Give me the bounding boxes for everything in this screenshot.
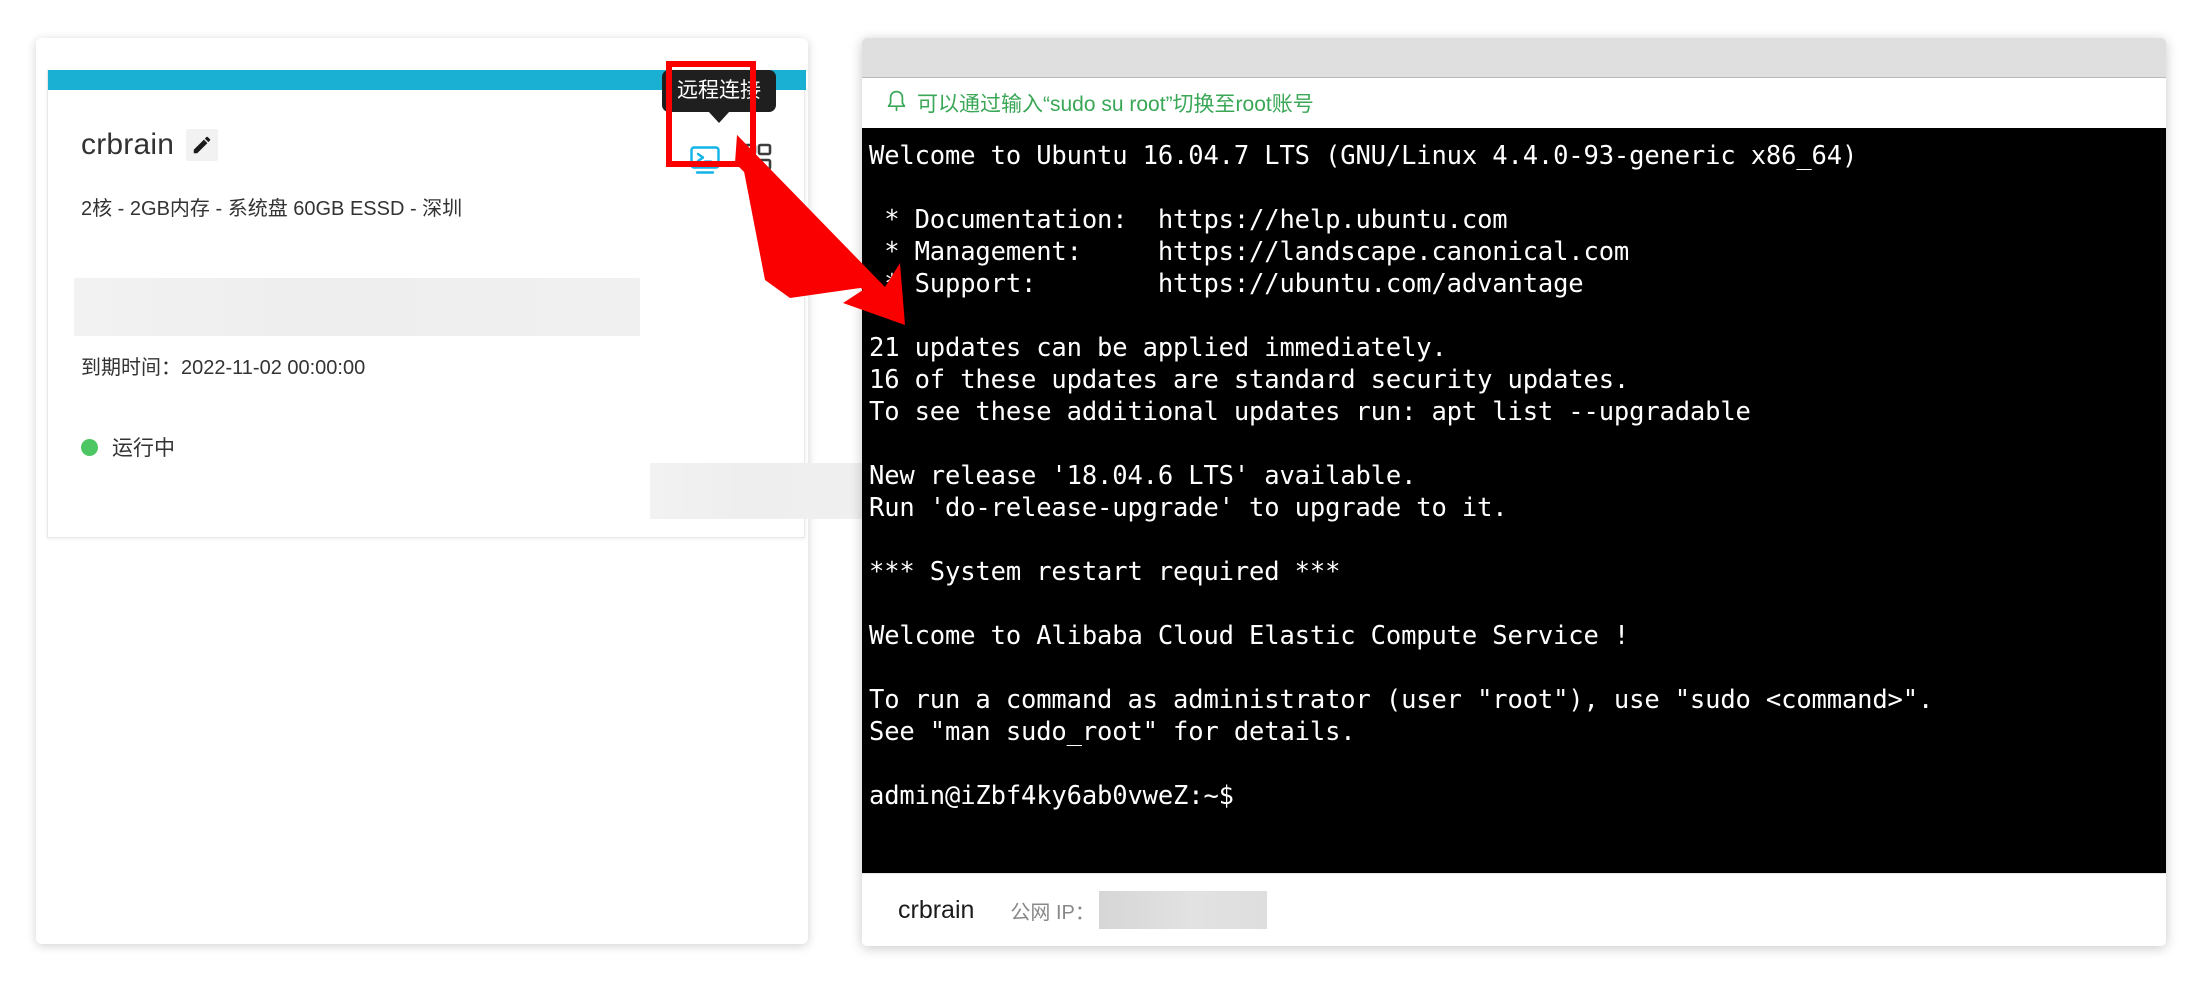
redacted-field-secondary (650, 463, 890, 519)
terminal-output[interactable]: Welcome to Ubuntu 16.04.7 LTS (GNU/Linux… (862, 128, 2166, 873)
terminal-notice-bar: 可以通过输入“sudo su root”切换至root账号 (862, 78, 2166, 128)
instance-name: crbrain (81, 128, 175, 161)
instance-expire-time: 到期时间：2022-11-02 00:00:00 (81, 357, 366, 379)
instance-title-row: crbrain (81, 128, 219, 162)
statusbar-ip-label: 公网 IP： (1010, 901, 1095, 924)
statusbar-public-ip: 公网 IP： (1010, 891, 1267, 929)
grid-apps-icon[interactable] (742, 143, 776, 177)
tooltip-label: 远程连接 (677, 79, 761, 102)
pencil-icon[interactable] (186, 129, 219, 161)
instance-card: crbrain 2核 - 2GB内存 - 系统盘 60GB ESSD - 深圳 … (47, 70, 890, 538)
screenshot-root: crbrain 2核 - 2GB内存 - 系统盘 60GB ESSD - 深圳 … (0, 0, 2202, 984)
terminal-titlebar (862, 38, 2166, 78)
remote-connect-tooltip: 远程连接 (662, 70, 776, 124)
instance-action-icons (688, 143, 776, 177)
status-dot-icon (81, 438, 98, 456)
tooltip-arrow-icon (708, 111, 730, 124)
terminal-notice-text: 可以通过输入“sudo su root”切换至root账号 (917, 93, 1314, 116)
terminal-statusbar: crbrain 公网 IP： (862, 873, 2166, 946)
status-label: 运行中 (112, 437, 175, 460)
instance-panel: crbrain 2核 - 2GB内存 - 系统盘 60GB ESSD - 深圳 … (36, 38, 890, 944)
redacted-ip-value (1098, 891, 1267, 929)
bell-icon (886, 89, 907, 118)
status-badge: 运行中 (81, 432, 175, 462)
instance-spec: 2核 - 2GB内存 - 系统盘 60GB ESSD - 深圳 (81, 198, 463, 220)
redacted-field-primary (74, 278, 640, 336)
statusbar-instance-name: crbrain (898, 895, 975, 924)
terminal-icon[interactable] (688, 143, 722, 177)
terminal-window: 可以通过输入“sudo su root”切换至root账号 Welcome to… (862, 38, 2166, 946)
